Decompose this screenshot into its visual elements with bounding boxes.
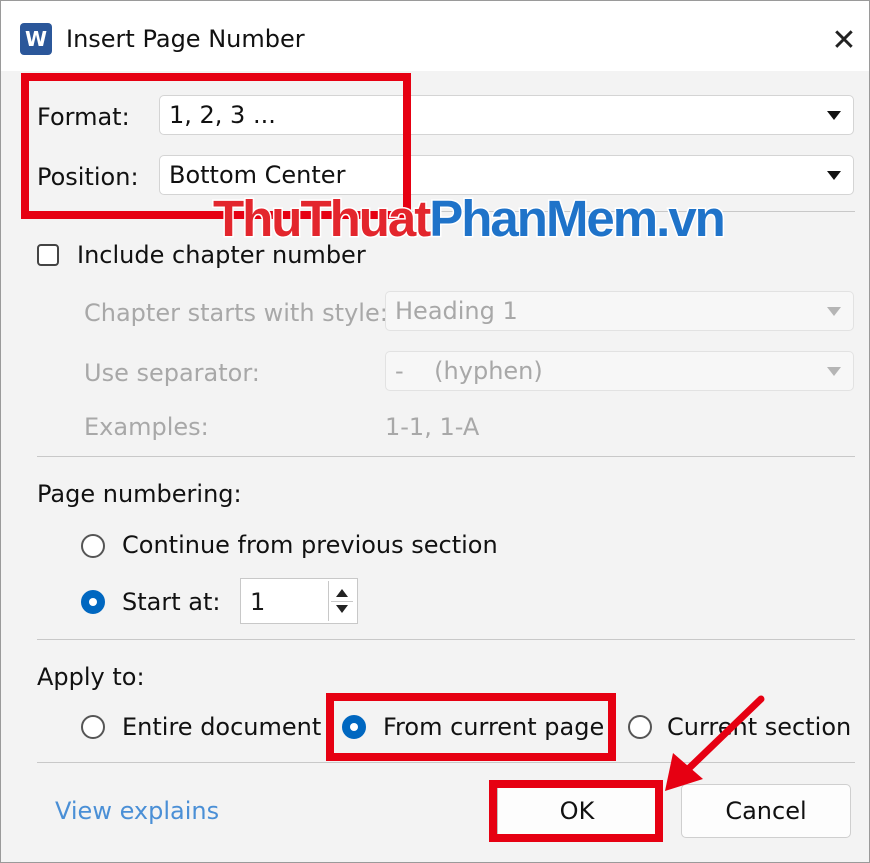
separator-label: Use separator: bbox=[84, 359, 260, 387]
include-chapter-checkbox[interactable] bbox=[37, 244, 59, 266]
start-at-radio[interactable] bbox=[81, 590, 105, 614]
stepper-buttons[interactable] bbox=[328, 581, 355, 621]
chevron-down-icon bbox=[827, 367, 841, 376]
chapter-style-dropdown[interactable]: Heading 1 bbox=[385, 291, 854, 331]
insert-page-number-dialog: W Insert Page Number ✕ Format: 1, 2, 3 .… bbox=[0, 0, 870, 863]
start-at-value: 1 bbox=[250, 588, 266, 616]
view-explains-link[interactable]: View explains bbox=[55, 795, 219, 827]
examples-value: 1-1, 1-A bbox=[385, 413, 480, 441]
chapter-style-label: Chapter starts with style: bbox=[84, 299, 388, 327]
separator-value: - (hyphen) bbox=[395, 357, 543, 385]
watermark-part2: PhanMem.vn bbox=[428, 189, 728, 249]
close-icon[interactable]: ✕ bbox=[824, 21, 864, 61]
continue-radio[interactable] bbox=[81, 534, 105, 558]
divider bbox=[37, 639, 855, 640]
dialog-title: Insert Page Number bbox=[66, 25, 305, 53]
start-at-label: Start at: bbox=[122, 588, 221, 616]
entire-document-label: Entire document bbox=[122, 713, 322, 741]
chevron-down-icon bbox=[827, 111, 841, 120]
chapter-style-value: Heading 1 bbox=[395, 297, 518, 325]
continue-label: Continue from previous section bbox=[122, 531, 498, 559]
watermark-logo: ThuThuatPhanMem.vn bbox=[211, 189, 728, 249]
chevron-down-icon bbox=[827, 171, 841, 180]
annotation-arrow-icon bbox=[665, 695, 765, 791]
entire-document-radio[interactable] bbox=[81, 715, 105, 739]
divider bbox=[37, 456, 855, 457]
page-numbering-heading: Page numbering: bbox=[37, 480, 242, 508]
title-bar: W Insert Page Number ✕ bbox=[1, 1, 869, 71]
caret-up-icon[interactable] bbox=[336, 589, 348, 597]
word-app-icon: W bbox=[20, 23, 52, 55]
caret-down-icon[interactable] bbox=[336, 605, 348, 613]
examples-label: Examples: bbox=[84, 413, 209, 441]
separator-dropdown[interactable]: - (hyphen) bbox=[385, 351, 854, 391]
watermark-part1: ThuThuat bbox=[211, 189, 432, 249]
chevron-down-icon bbox=[827, 307, 841, 316]
highlight-box bbox=[326, 693, 616, 761]
apply-to-heading: Apply to: bbox=[37, 663, 145, 691]
highlight-box bbox=[489, 780, 663, 842]
current-section-radio[interactable] bbox=[628, 715, 652, 739]
start-at-stepper[interactable]: 1 bbox=[240, 578, 358, 624]
